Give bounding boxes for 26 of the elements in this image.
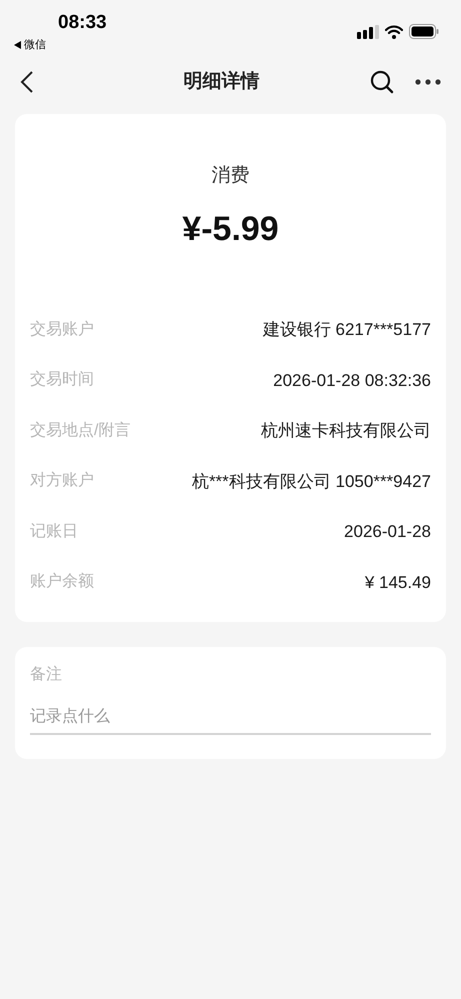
transaction-amount: ¥-5.99: [182, 208, 279, 248]
detail-label: 交易账户: [30, 320, 94, 340]
more-icon: [415, 79, 441, 85]
detail-label: 记账日: [30, 522, 78, 542]
detail-label: 账户余额: [30, 572, 94, 592]
detail-value: 杭州速卡科技有限公司: [261, 420, 431, 442]
detail-label: 交易时间: [30, 370, 94, 390]
search-icon: [370, 70, 394, 94]
detail-value: 2026-01-28 08:32:36: [273, 370, 431, 392]
back-to-app-link[interactable]: 微信: [14, 38, 46, 52]
detail-label: 交易地点/附言: [30, 420, 130, 441]
back-chevron-icon: [20, 70, 34, 94]
back-triangle-icon: [14, 41, 21, 49]
detail-value: 杭***科技有限公司 1050***9427: [192, 470, 431, 492]
battery-icon: [409, 24, 439, 39]
note-label: 备注: [30, 664, 63, 684]
page-title: 明细详情: [184, 70, 260, 94]
detail-value: 2026-01-28: [344, 521, 431, 543]
wifi-icon: [385, 24, 403, 38]
detail-label: 对方账户: [30, 470, 94, 492]
search-button[interactable]: [369, 69, 395, 95]
transaction-type: 消费: [212, 164, 250, 188]
detail-value: 建设银行 6217***5177: [262, 319, 431, 341]
status-time: 08:33: [58, 12, 107, 34]
detail-value: ¥ 145.49: [364, 572, 431, 594]
signal-icon: [357, 24, 379, 38]
